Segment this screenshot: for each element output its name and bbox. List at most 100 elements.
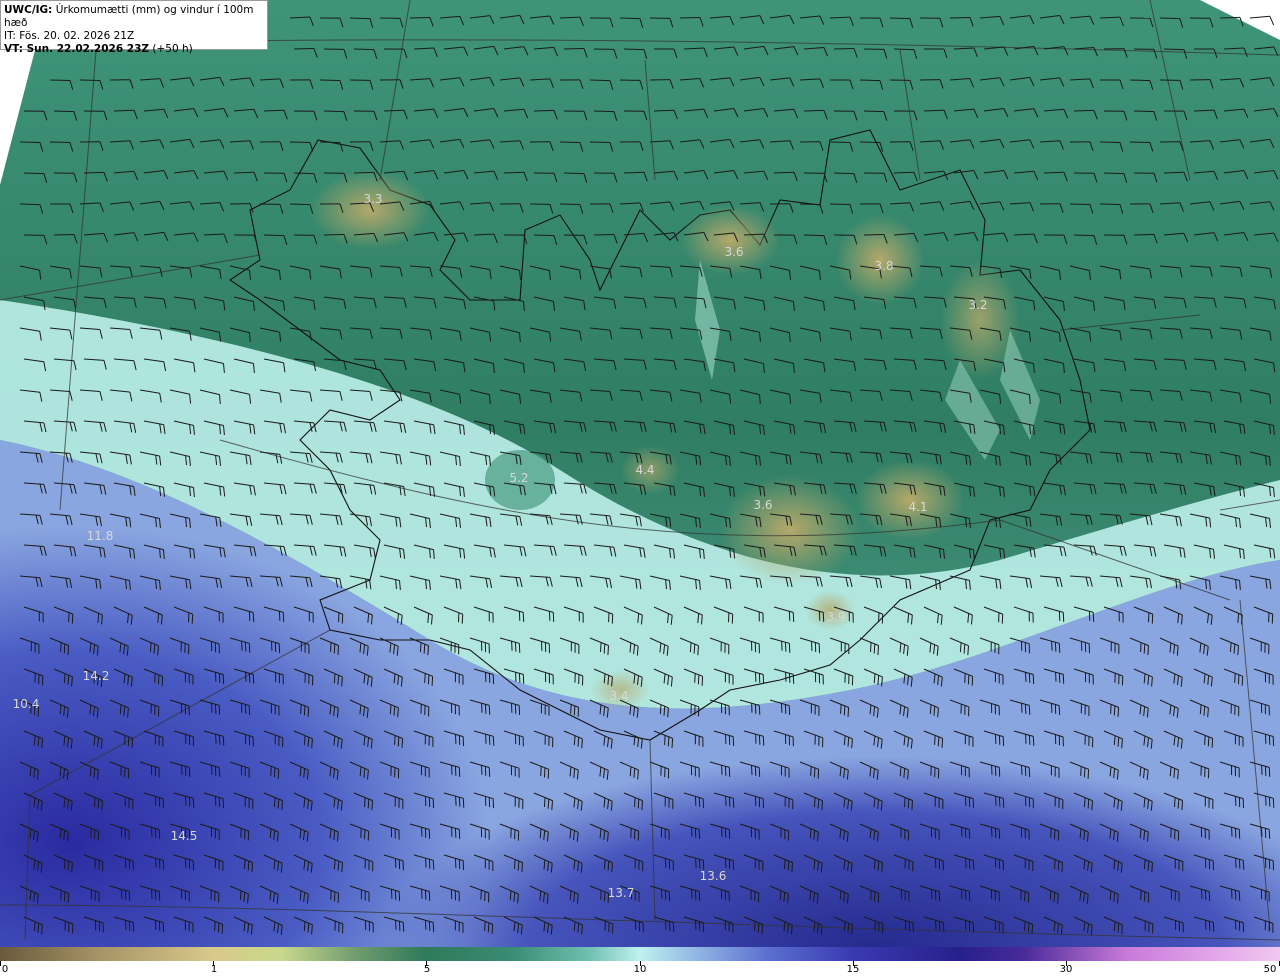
wind-barb-stroke xyxy=(994,766,997,776)
wind-barb-stroke xyxy=(695,858,697,868)
wind-barb-stroke xyxy=(1235,858,1237,868)
wind-barb-stroke xyxy=(548,611,551,621)
wind-barb-stroke xyxy=(781,641,783,651)
wind-barb-stroke xyxy=(303,705,306,716)
wind-barb-stroke xyxy=(611,862,613,873)
map-value-label: 14.5 xyxy=(171,829,198,843)
wind-barb-stroke xyxy=(757,922,760,933)
wind-barb-stroke xyxy=(214,704,217,714)
wind-barb-stroke xyxy=(1265,796,1267,806)
wind-barb-stroke xyxy=(222,736,225,746)
wind-barb-stroke xyxy=(893,171,915,174)
colorbar-tick-label: 5 xyxy=(423,964,431,975)
wind-barb-stroke xyxy=(432,860,435,870)
wind-barb-stroke xyxy=(252,612,255,622)
wind-barb-stroke xyxy=(389,704,392,715)
wind-barb-stroke xyxy=(1103,172,1125,175)
wind-barb-stroke xyxy=(37,737,40,747)
wind-barb-stroke xyxy=(94,797,96,808)
wind-barb-stroke xyxy=(397,736,400,747)
wind-barb-stroke xyxy=(367,831,370,841)
wind-barb-stroke xyxy=(933,706,936,716)
wind-barb-stroke xyxy=(353,171,375,174)
wind-barb-stroke xyxy=(251,862,253,873)
wind-barb-stroke xyxy=(1054,642,1057,652)
wind-barb-stroke xyxy=(154,890,157,900)
wind-barb-stroke xyxy=(623,48,645,51)
wind-barb-stroke xyxy=(239,890,242,901)
wind-barb-stroke xyxy=(1099,203,1121,205)
wind-barb-stroke xyxy=(942,922,945,932)
wind-barb-stroke xyxy=(293,48,315,50)
wind-barb-stroke xyxy=(63,643,66,654)
wind-barb-stroke xyxy=(371,800,373,811)
wind-barb-stroke xyxy=(428,829,431,839)
wind-barb-stroke xyxy=(995,796,997,806)
wind-barb-stroke xyxy=(543,797,546,808)
wind-barb-stroke xyxy=(533,234,555,237)
wind-barb-stroke xyxy=(959,642,962,653)
wind-barb-stroke xyxy=(1073,234,1095,237)
wind-barb-stroke xyxy=(319,141,341,143)
map-value-label: 5.2 xyxy=(509,471,528,485)
wind-barb-stroke xyxy=(97,831,100,841)
wind-barb-stroke xyxy=(803,234,825,237)
wind-barb-stroke xyxy=(607,645,609,656)
wind-barb-stroke xyxy=(158,859,161,869)
wind-barb-stroke xyxy=(938,921,941,931)
wind-barb-stroke xyxy=(603,643,606,654)
wind-barb-stroke xyxy=(1268,829,1271,839)
wind-barb-stroke xyxy=(161,676,164,686)
colorbar: 0 1 5 10 15 30 50 xyxy=(0,947,1280,978)
wind-barb-stroke xyxy=(131,738,134,748)
wind-barb-stroke xyxy=(667,707,669,718)
map-value-label: 3.2 xyxy=(968,298,987,312)
wind-barb-stroke xyxy=(1177,798,1180,809)
wind-barb-stroke xyxy=(83,171,105,174)
wind-barb-stroke xyxy=(248,643,251,653)
wind-barb-stroke xyxy=(218,735,221,745)
wind-barb-stroke xyxy=(421,827,423,837)
wind-barb-stroke xyxy=(158,829,161,839)
wind-barb-stroke xyxy=(1069,203,1091,205)
wind-barb-stroke xyxy=(641,800,643,811)
wind-barb-stroke xyxy=(803,109,825,112)
map-value-label: 3.4 xyxy=(609,689,628,703)
wind-barb-stroke xyxy=(1234,828,1237,838)
wind-barb-stroke xyxy=(293,172,315,175)
wind-barb-stroke xyxy=(847,707,850,717)
wind-barb-stroke xyxy=(698,829,701,839)
model-name: UWC/IG: xyxy=(4,4,53,16)
wind-barb-stroke xyxy=(454,766,457,776)
wind-barb-stroke xyxy=(603,891,606,902)
wind-barb-stroke xyxy=(873,643,876,654)
wind-barb-stroke xyxy=(1099,141,1121,143)
wind-barb-stroke xyxy=(873,891,876,902)
wind-barb-stroke xyxy=(311,738,313,749)
wind-barb-stroke xyxy=(691,827,693,837)
wind-barb-stroke xyxy=(1238,859,1241,869)
map-value-label: 4.4 xyxy=(635,463,654,477)
wind-barb-stroke xyxy=(724,766,727,776)
wind-barb-stroke xyxy=(149,642,152,653)
wind-barb-stroke xyxy=(1051,641,1053,651)
wind-barb-stroke xyxy=(307,707,310,717)
wind-barb-stroke xyxy=(829,203,851,205)
wind-barb-stroke xyxy=(60,642,62,652)
wind-barb-stroke xyxy=(607,861,610,871)
wind-barb-stroke xyxy=(833,172,855,175)
wind-barb-stroke xyxy=(697,674,700,685)
wind-barb-stroke xyxy=(462,798,465,808)
map-value-label: 11.8 xyxy=(87,529,114,543)
wind-barb-stroke xyxy=(667,736,670,747)
wind-barb-stroke xyxy=(60,890,62,900)
wind-barb-stroke xyxy=(517,860,520,871)
wind-barb-stroke xyxy=(300,704,302,714)
wind-barb-stroke xyxy=(424,890,427,900)
wind-barb-stroke xyxy=(1261,827,1263,837)
wind-barb-stroke xyxy=(1163,171,1185,174)
wind-barb-stroke xyxy=(1021,765,1023,775)
wind-barb-stroke xyxy=(427,674,430,685)
colorbar-tick-label: 30 xyxy=(1059,964,1073,975)
wind-barb-stroke xyxy=(188,797,191,807)
